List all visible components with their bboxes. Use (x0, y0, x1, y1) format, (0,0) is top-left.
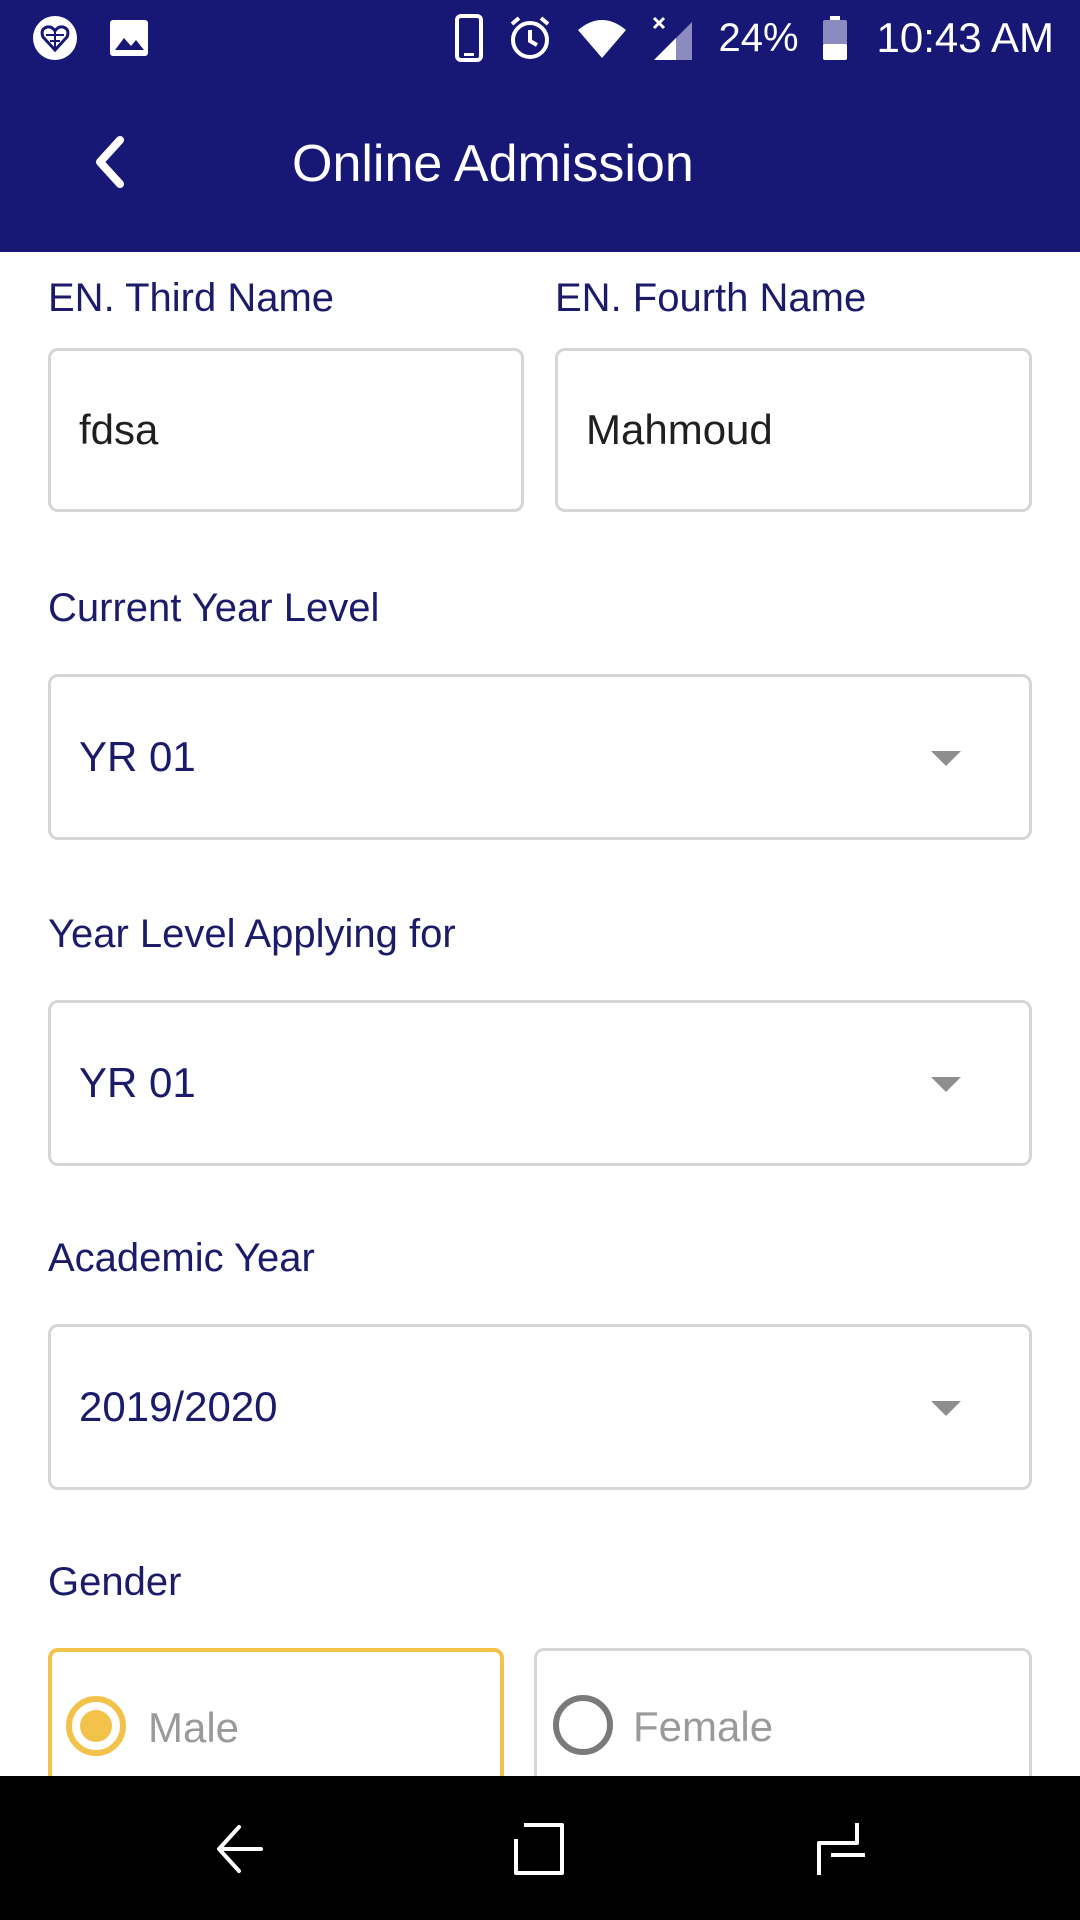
academic-year-select[interactable]: 2019/2020 (48, 1324, 1032, 1490)
gender-option-female[interactable]: Female (534, 1648, 1032, 1776)
status-bar: 24% 10:43 AM (0, 0, 1080, 76)
navigation-bar (0, 1776, 1080, 1920)
academic-year-label: Academic Year (48, 1236, 315, 1280)
radio-selected-icon (66, 1696, 126, 1756)
gender-option-label: Male (148, 1704, 240, 1751)
year-level-applying-label: Year Level Applying for (48, 912, 456, 956)
academic-year-value: 2019/2020 (79, 1383, 278, 1430)
back-nav-button[interactable] (196, 1806, 286, 1896)
third-name-label: EN. Third Name (48, 276, 335, 320)
alarm-icon (506, 14, 554, 62)
fourth-name-label: EN. Fourth Name (555, 276, 867, 320)
recents-nav-button[interactable] (794, 1806, 884, 1896)
radio-unselected-icon (553, 1695, 613, 1755)
current-year-level-label: Current Year Level (48, 586, 380, 630)
back-nav-icon (211, 1819, 271, 1884)
page-title: Online Admission (292, 135, 694, 193)
signal-icon (650, 14, 696, 62)
app-notification-icon (32, 15, 78, 61)
fourth-name-field[interactable]: Mahmoud (555, 348, 1032, 512)
year-level-applying-select[interactable]: YR 01 (48, 1000, 1032, 1166)
phone-icon (454, 14, 484, 62)
dropdown-caret-icon (931, 1077, 961, 1092)
wifi-icon (576, 16, 628, 60)
chevron-left-icon (90, 134, 130, 195)
gender-label: Gender (48, 1560, 182, 1604)
gender-option-male[interactable]: Male (48, 1648, 504, 1776)
image-icon (108, 18, 150, 58)
admission-form: EN. Third Name EN. Fourth Name fdsa Mahm… (0, 252, 1080, 1776)
current-year-level-select[interactable]: YR 01 (48, 674, 1032, 840)
current-year-level-value: YR 01 (79, 733, 196, 780)
home-nav-icon (510, 1819, 570, 1884)
year-level-applying-value: YR 01 (79, 1059, 196, 1106)
app-bar: Online Admission (0, 76, 1080, 252)
gender-option-label: Female (633, 1703, 774, 1750)
third-name-field[interactable]: fdsa (48, 348, 524, 512)
back-button[interactable] (70, 124, 150, 204)
dropdown-caret-icon (931, 751, 961, 766)
dropdown-caret-icon (931, 1401, 961, 1416)
clock-time: 10:43 AM (876, 14, 1054, 61)
home-nav-button[interactable] (495, 1806, 585, 1896)
battery-icon (821, 14, 849, 62)
battery-percent: 24% (718, 15, 799, 60)
recents-nav-icon (809, 1819, 869, 1884)
screen: 24% 10:43 AM Online Admission EN. Third … (0, 0, 1080, 1920)
